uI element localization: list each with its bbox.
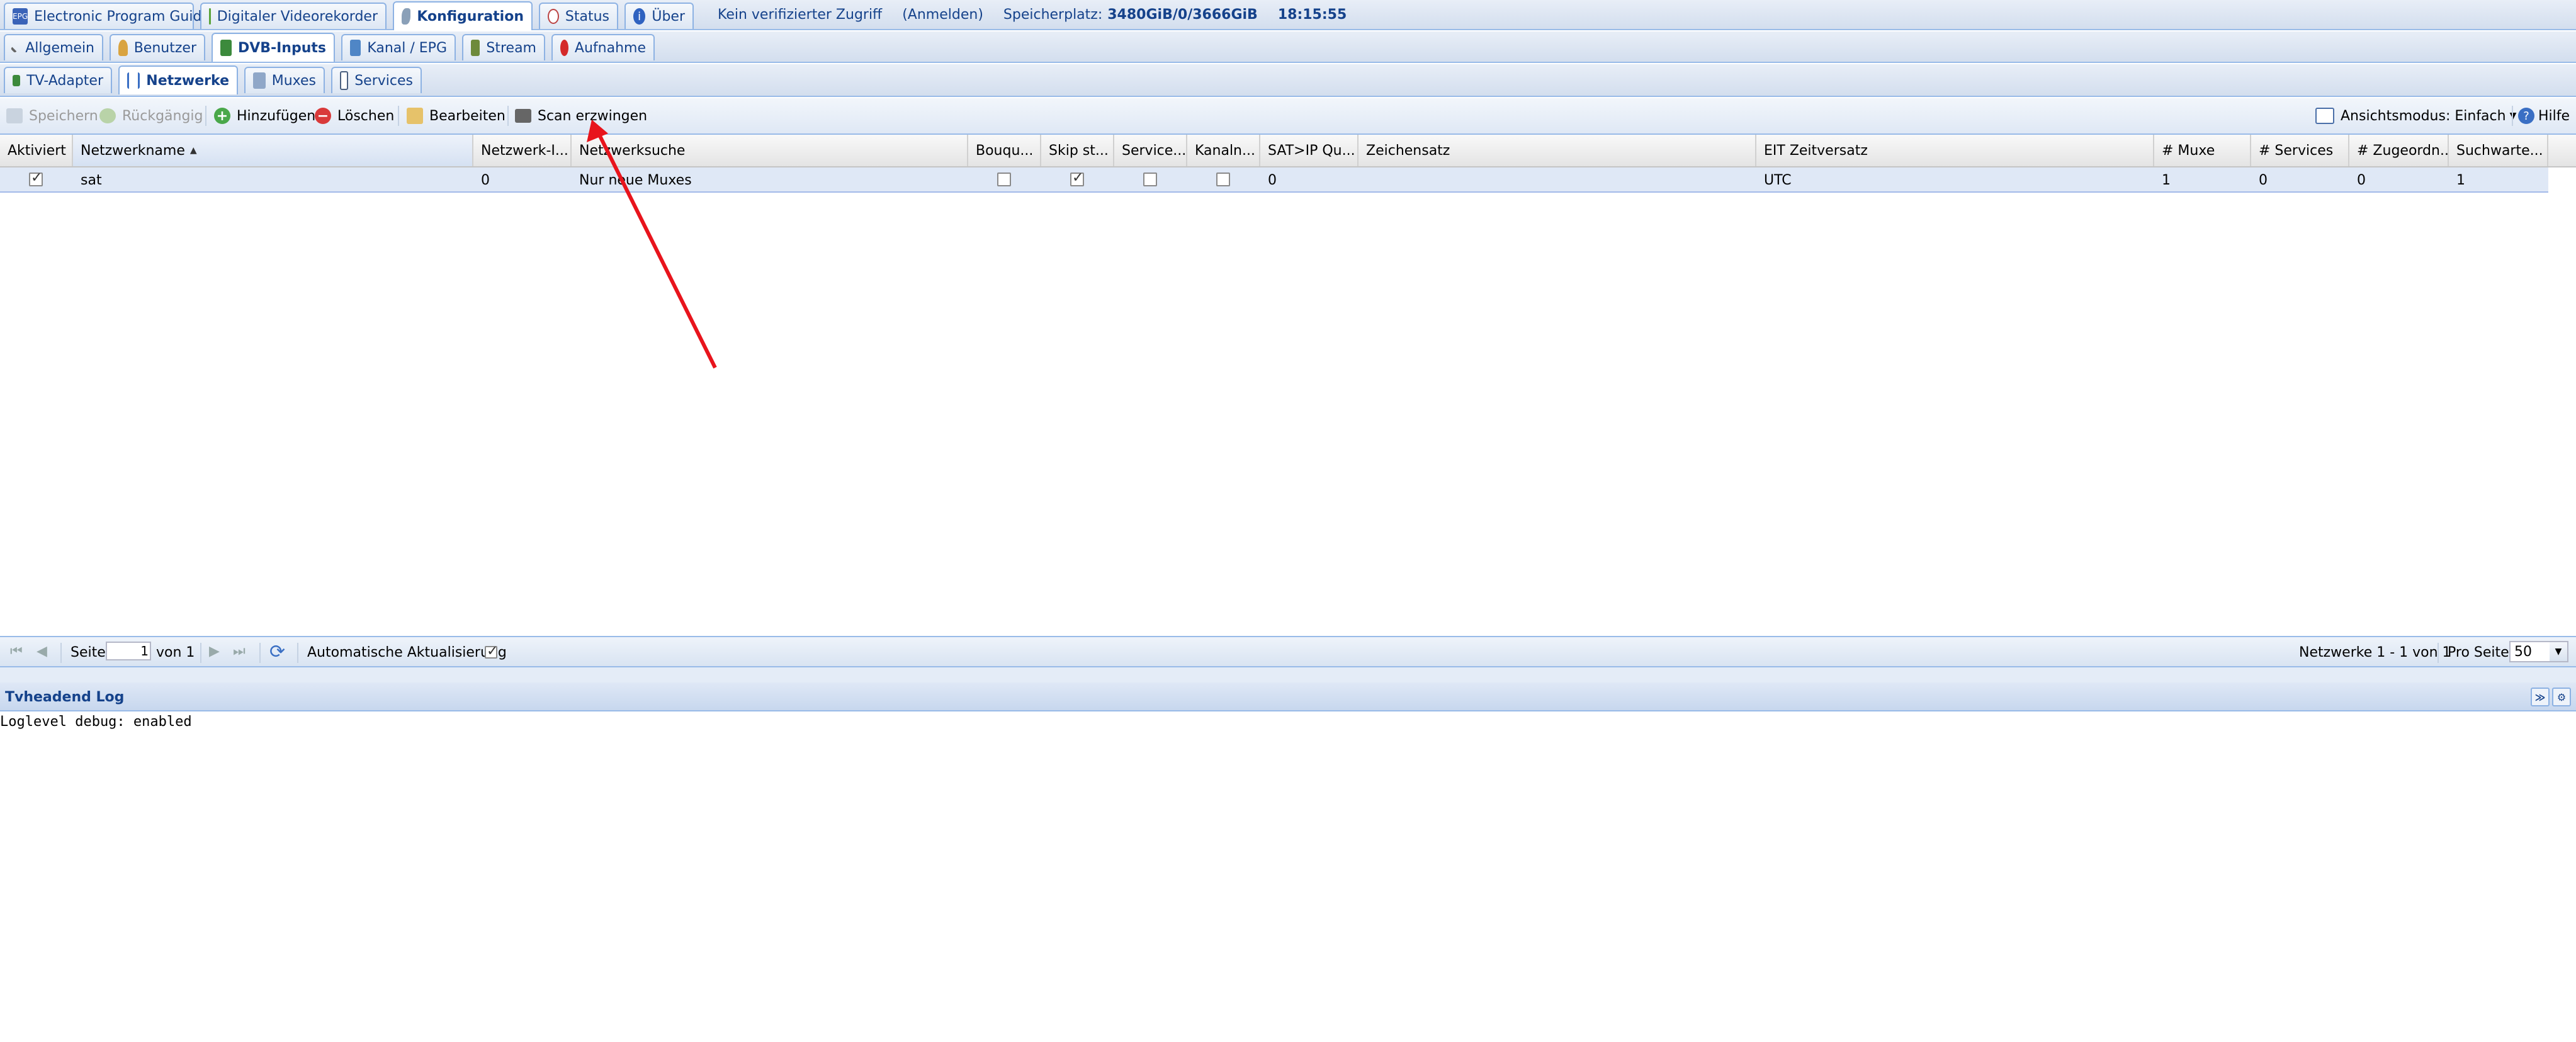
pager-separator: [2438, 643, 2439, 663]
first-page-icon[interactable]: ⏮: [10, 643, 23, 659]
pager-separator: [259, 643, 261, 663]
settings-icon[interactable]: ⚙: [2552, 688, 2571, 706]
page-input[interactable]: [106, 642, 151, 660]
last-page-icon[interactable]: ⏭: [233, 643, 246, 659]
arrow-head: [587, 120, 608, 142]
log-output: Loglevel debug: enabled: [0, 711, 2576, 730]
pager-separator: [200, 643, 201, 663]
annotation-arrow: [587, 120, 717, 369]
log-title: Tvheadend Log: [5, 689, 125, 705]
per-page-select[interactable]: 50 ▼: [2509, 641, 2568, 662]
log-panel-header: Tvheadend Log ≫ ⚙: [0, 682, 2576, 711]
log-splitter[interactable]: [0, 667, 2576, 682]
page-of-label: von 1: [156, 645, 195, 660]
pager-separator: [60, 643, 62, 663]
log-line: Loglevel debug: enabled: [0, 714, 192, 730]
pager-separator: [297, 643, 298, 663]
paging-summary: Netzwerke 1 - 1 von 1: [2299, 645, 2451, 660]
collapse-icon[interactable]: ≫: [2531, 688, 2550, 706]
arrow-shaft: [595, 128, 717, 369]
per-page-label: Pro Seite: [2448, 645, 2509, 660]
auto-refresh-checkbox[interactable]: [485, 643, 498, 659]
refresh-icon[interactable]: ⟳: [269, 641, 285, 663]
page-label: Seite: [71, 645, 106, 660]
chevron-down-icon: ▼: [2550, 642, 2567, 661]
next-page-icon[interactable]: ▶: [209, 643, 220, 659]
per-page-value: 50: [2514, 644, 2532, 660]
auto-refresh-label: Automatische Aktualisierung: [307, 645, 507, 660]
prev-page-icon[interactable]: ◀: [37, 643, 47, 659]
paging-toolbar: ⏮ ◀ Seite von 1 ▶ ⏭ ⟳ Automatische Aktua…: [0, 636, 2576, 667]
